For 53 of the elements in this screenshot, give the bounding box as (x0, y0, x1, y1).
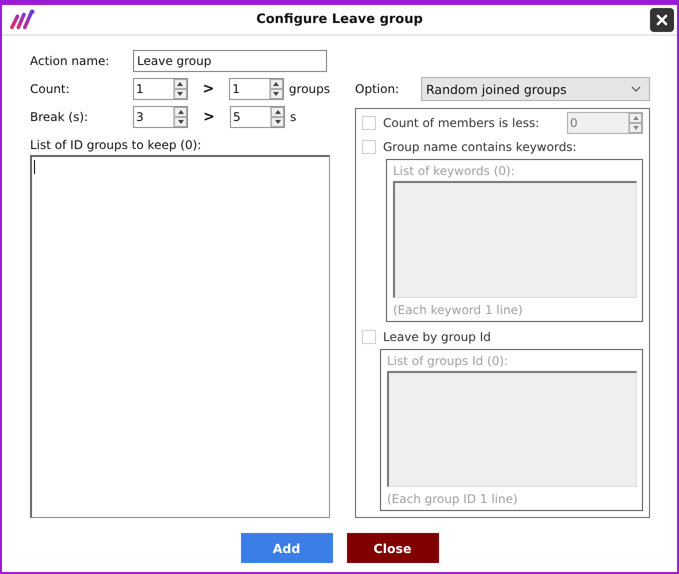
up-triangle-icon (177, 82, 184, 86)
spin-down-button[interactable] (174, 117, 187, 127)
up-triangle-icon (274, 110, 280, 114)
list-label: List of ID groups to keep (0): (30, 138, 202, 152)
hint-text: (Each group ID 1 line) (387, 491, 519, 507)
chevron-down-icon (631, 86, 641, 92)
field-label: Count: (30, 82, 71, 96)
field-label: Action name: (30, 54, 110, 68)
close-button[interactable]: Close (346, 533, 438, 563)
window-title: Configure Leave group (256, 12, 423, 27)
checkbox-label: Count of members is less: (383, 116, 540, 130)
down-triangle-icon (178, 120, 184, 124)
field-label: Break (s): (30, 110, 90, 124)
close-icon (656, 14, 668, 26)
list-label: List of groups Id (0): (387, 352, 510, 368)
list-field[interactable] (387, 370, 637, 487)
number-field[interactable]: 1 (229, 78, 284, 100)
spin-up-button[interactable] (174, 107, 187, 117)
up-triangle-icon (273, 82, 280, 86)
list-field[interactable] (393, 181, 637, 298)
up-triangle-icon (632, 116, 638, 120)
logo-icon (9, 9, 37, 31)
checkbox[interactable] (362, 330, 376, 344)
add-button[interactable]: Add (240, 533, 332, 563)
spin-down-button[interactable] (174, 89, 187, 99)
number-field[interactable]: 3 (133, 106, 188, 128)
list-label: List of keywords (0): (393, 163, 516, 179)
spin-down-button[interactable] (270, 89, 283, 99)
down-triangle-icon (632, 126, 638, 130)
number-field[interactable]: 5 (230, 106, 285, 128)
group-id-list-field[interactable] (30, 155, 330, 518)
down-triangle-icon (273, 92, 280, 96)
checkbox-label: Group name contains keywords: (383, 140, 577, 154)
option-dropdown[interactable]: Random joined groups (421, 77, 650, 101)
range-separator: > (202, 109, 216, 125)
down-triangle-icon (274, 120, 280, 124)
number-field[interactable]: 1 (133, 78, 188, 100)
up-triangle-icon (178, 110, 184, 114)
spin-down-button[interactable] (271, 117, 284, 127)
unit-label: s (290, 110, 296, 124)
checkbox-label: Leave by group Id (383, 330, 491, 344)
action-name-field[interactable]: Leave group (133, 50, 327, 72)
checkbox[interactable] (362, 140, 376, 154)
field-label: Option: (355, 82, 400, 96)
spin-up-button[interactable] (174, 79, 187, 89)
hint-text: (Each keyword 1 line) (393, 302, 524, 318)
down-triangle-icon (177, 92, 184, 96)
spin-up-button[interactable] (270, 79, 283, 89)
spin-up-button[interactable] (271, 107, 284, 117)
close-button[interactable] (650, 8, 674, 32)
unit-label: groups (288, 82, 330, 96)
checkbox[interactable] (362, 116, 376, 130)
range-separator: > (202, 81, 216, 97)
